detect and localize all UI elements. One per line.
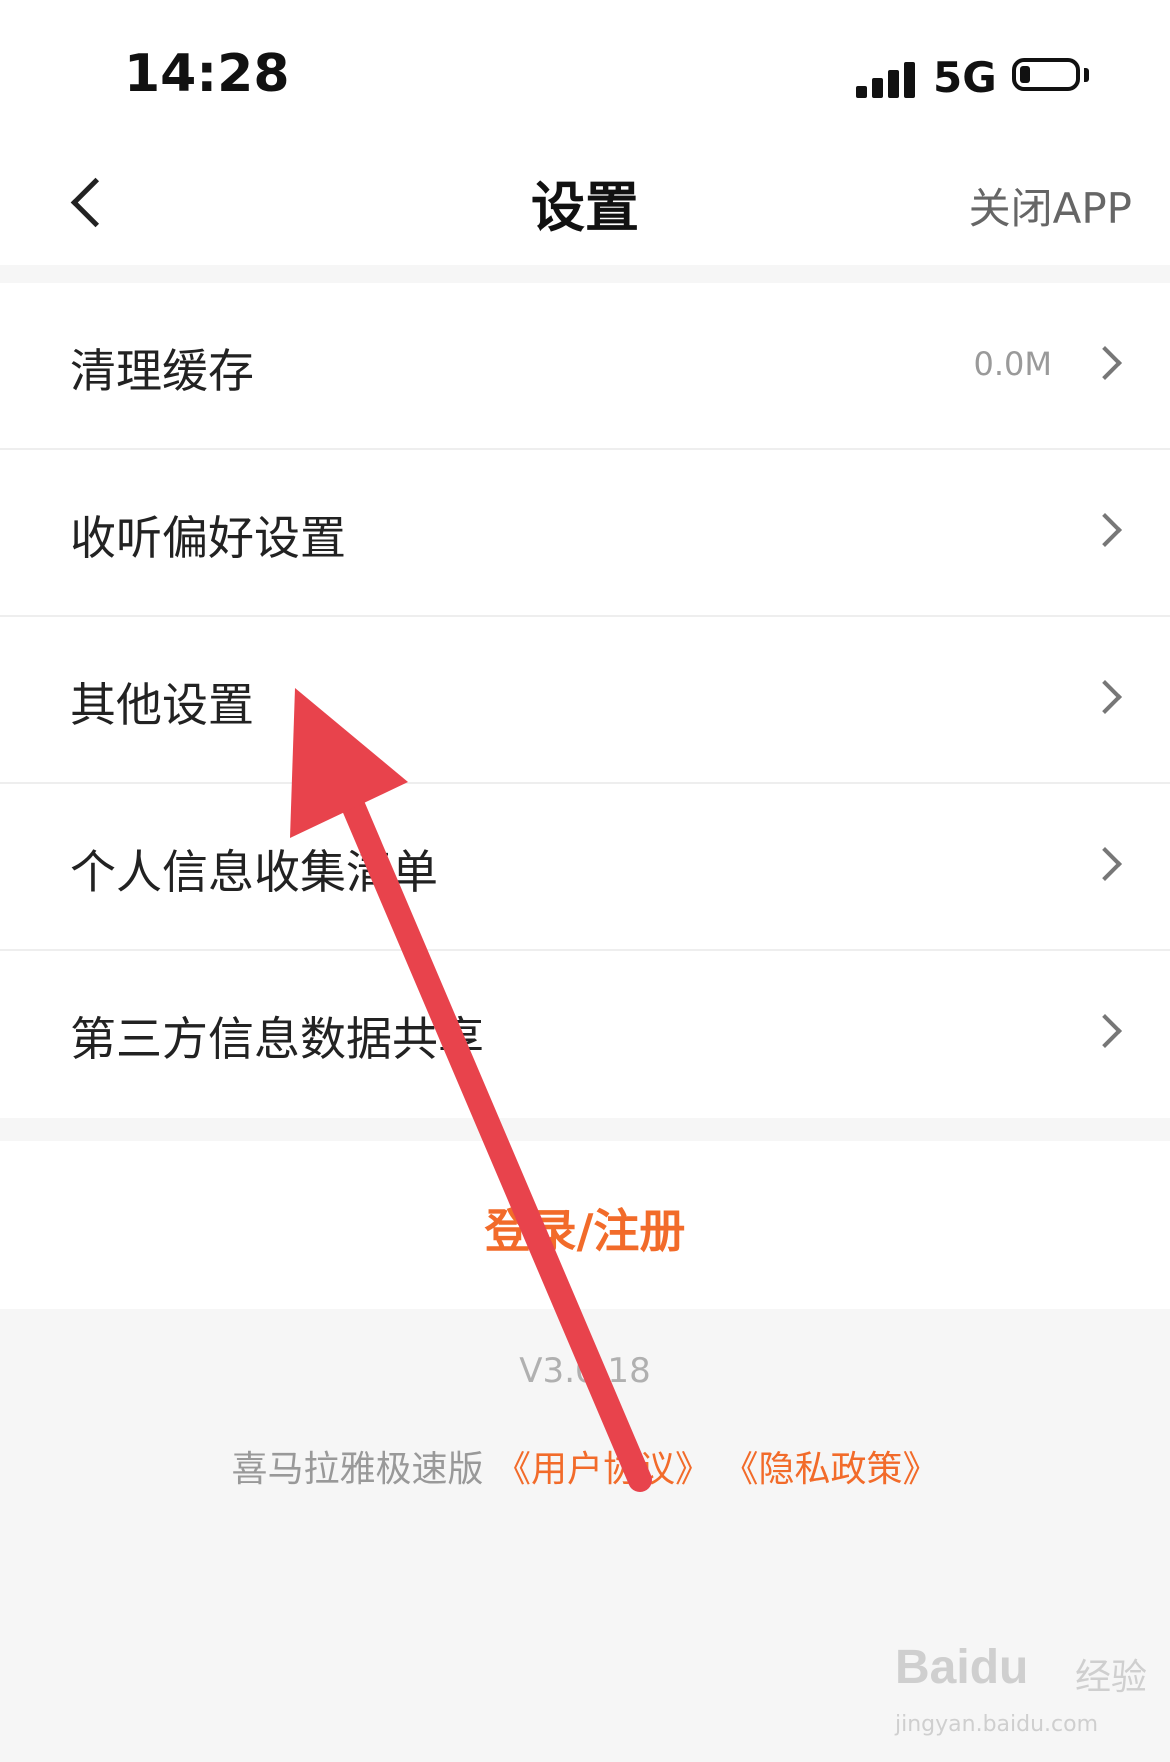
- app-version: V3.0.18: [519, 1351, 651, 1391]
- privacy-policy-link[interactable]: 《隐私政策》: [722, 1449, 938, 1490]
- battery-tip: [1084, 68, 1089, 82]
- settings-item-label: 第三方信息数据共享: [70, 1012, 484, 1066]
- watermark-brand: Baidu: [895, 1641, 1029, 1694]
- chevron-right-icon: [1088, 346, 1122, 380]
- footer-links: 喜马拉雅极速版 《用户协议》 《隐私政策》: [0, 1440, 1170, 1492]
- baidu-jingyan-watermark: Baidu 经验 jingyan.baidu.com: [895, 1630, 1155, 1750]
- login-register-button[interactable]: 登录/注册: [0, 1195, 1170, 1261]
- status-time: 14:28: [124, 44, 290, 104]
- chevron-right-icon: [1088, 1014, 1122, 1048]
- settings-item-label: 其他设置: [70, 678, 254, 732]
- signal-icon: [856, 62, 916, 98]
- battery-icon: [1012, 58, 1080, 91]
- settings-item-other-settings[interactable]: 其他设置: [0, 617, 1170, 784]
- nav-bar: 设置 关闭APP: [0, 145, 1170, 265]
- watermark-url: jingyan.baidu.com: [895, 1712, 1099, 1737]
- settings-item-label: 个人信息收集清单: [70, 845, 438, 899]
- network-type: 5G: [933, 53, 997, 102]
- settings-item-label: 收听偏好设置: [70, 511, 346, 565]
- settings-item-third-party-sharing[interactable]: 第三方信息数据共享: [0, 951, 1170, 1118]
- settings-item-label: 清理缓存: [70, 344, 254, 398]
- app-name: 喜马拉雅极速版: [231, 1449, 484, 1490]
- cache-size: 0.0M: [973, 345, 1053, 383]
- watermark-suffix: 经验: [1075, 1657, 1148, 1698]
- chevron-right-icon: [1088, 680, 1122, 714]
- settings-item-listening-preferences[interactable]: 收听偏好设置: [0, 450, 1170, 617]
- settings-item-clear-cache[interactable]: 清理缓存 0.0M: [0, 283, 1170, 450]
- chevron-right-icon: [1088, 513, 1122, 547]
- login-section: 登录/注册: [0, 1141, 1170, 1309]
- user-agreement-link[interactable]: 《用户协议》: [495, 1449, 711, 1490]
- settings-list: 清理缓存 0.0M 收听偏好设置 其他设置 个人信息收集清单 第三方信息数据共享: [0, 283, 1170, 1118]
- settings-item-personal-info-list[interactable]: 个人信息收集清单: [0, 784, 1170, 951]
- chevron-right-icon: [1088, 847, 1122, 881]
- close-app-button[interactable]: 关闭APP: [969, 175, 1132, 236]
- status-bar: 14:28 5G: [0, 0, 1170, 145]
